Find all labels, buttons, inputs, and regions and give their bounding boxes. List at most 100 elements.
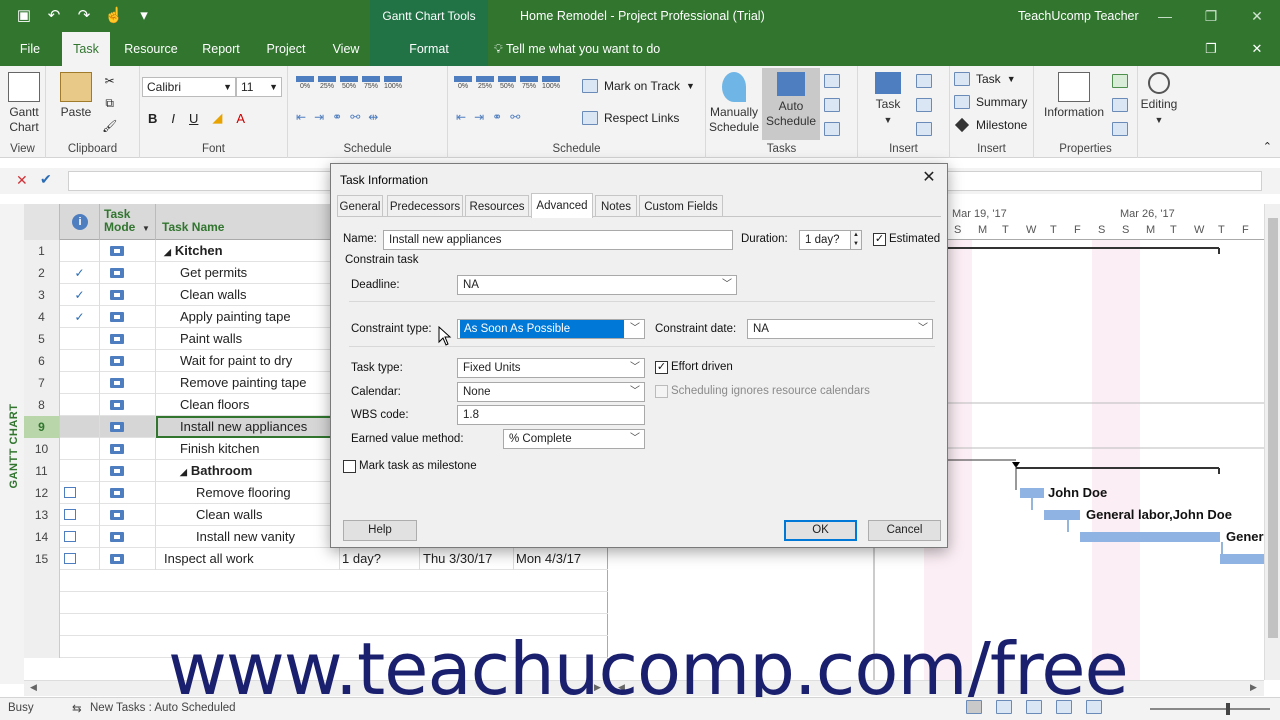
task-name-cell[interactable]: Remove painting tape <box>156 372 340 394</box>
tab-resource[interactable]: Resource <box>118 32 184 66</box>
close-project-icon[interactable]: ✕ <box>1234 32 1280 66</box>
task-mode-cell[interactable] <box>100 548 156 570</box>
indicators-header[interactable]: i <box>60 204 100 240</box>
link-icon-2[interactable]: ⚭ <box>492 110 502 124</box>
row-number[interactable] <box>24 614 60 636</box>
effort-driven-checkbox[interactable]: ✓ <box>655 361 668 374</box>
task-type-select[interactable]: Fixed Units ﹀ <box>457 358 645 378</box>
duration-cell[interactable]: 1 day? <box>340 548 420 570</box>
wbs-code-field[interactable]: 1.8 <box>457 405 645 425</box>
zoom-slider-thumb[interactable] <box>1226 703 1230 715</box>
close-icon[interactable]: ✕ <box>919 168 939 188</box>
tab-view[interactable]: View <box>326 32 366 66</box>
estimated-checkbox[interactable]: ✓ <box>873 233 886 246</box>
minimize-icon[interactable]: — <box>1142 0 1188 32</box>
task-mode-cell[interactable] <box>100 416 156 438</box>
row-number[interactable]: 11 <box>24 460 60 482</box>
table-row[interactable]: 15 Inspect all work 1 day? Thu 3/30/17 Mon 4… <box>24 548 608 570</box>
task-name-field[interactable]: Install new appliances <box>383 230 733 250</box>
task-name-cell[interactable]: Finish kitchen <box>156 438 340 460</box>
percent-50-button-2[interactable]: 50% <box>498 76 516 90</box>
row-number[interactable]: 5 <box>24 328 60 350</box>
indent-icon-2[interactable]: ⇥ <box>474 110 484 124</box>
task-mode-cell[interactable] <box>100 482 156 504</box>
task-name-cell[interactable]: Clean walls <box>156 284 340 306</box>
vertical-scrollbar[interactable] <box>1264 204 1280 680</box>
restore-ribbon-icon[interactable]: ❐ <box>1188 32 1234 66</box>
percent-75-button[interactable]: 75% <box>362 76 380 90</box>
tab-resources[interactable]: Resources <box>465 195 529 217</box>
report-icon[interactable] <box>1086 700 1102 714</box>
tab-file[interactable]: File <box>10 32 50 66</box>
format-painter-icon[interactable]: 🖌︎ <box>102 119 117 133</box>
percent-25-button[interactable]: 25% <box>318 76 336 90</box>
bold-button[interactable]: B <box>148 111 157 126</box>
gantt-view-icon[interactable] <box>966 700 982 714</box>
empty-row[interactable] <box>24 592 608 614</box>
row-number[interactable]: 13 <box>24 504 60 526</box>
tab-format[interactable]: Format <box>370 32 488 66</box>
task-name-header[interactable]: Task Name <box>156 204 340 240</box>
task-mode-cell[interactable] <box>100 372 156 394</box>
percent-25-button-2[interactable]: 25% <box>476 76 494 90</box>
information-button[interactable]: Information <box>1038 72 1110 120</box>
start-cell[interactable]: Thu 3/30/17 <box>420 548 514 570</box>
row-number[interactable]: 15 <box>24 548 60 570</box>
collapse-triangle-icon[interactable]: ◢ <box>164 247 171 257</box>
row-number[interactable]: 4 <box>24 306 60 328</box>
select-all-corner[interactable] <box>24 204 60 240</box>
underline-button[interactable]: U <box>189 111 198 126</box>
task-usage-icon[interactable] <box>996 700 1012 714</box>
tab-report[interactable]: Report <box>196 32 246 66</box>
tab-advanced[interactable]: Advanced <box>531 193 593 218</box>
task-mode-cell[interactable] <box>100 284 156 306</box>
link-icon[interactable]: ⚭ <box>332 110 342 124</box>
outdent-icon-2[interactable]: ⇤ <box>456 110 466 124</box>
task-mode-cell[interactable] <box>100 306 156 328</box>
cancel-entry-icon[interactable]: ✕ <box>16 172 28 189</box>
outdent-icon[interactable]: ⇤ <box>296 110 306 124</box>
deliverable-icon[interactable] <box>916 98 932 112</box>
row-number[interactable] <box>24 636 60 658</box>
row-number[interactable]: 12 <box>24 482 60 504</box>
earned-value-select[interactable]: % Complete ﹀ <box>503 429 645 449</box>
font-color-icon[interactable]: A <box>236 111 245 126</box>
mode-icon[interactable] <box>824 122 840 136</box>
new-tasks-status[interactable]: New Tasks : Auto Scheduled <box>90 702 236 714</box>
percent-50-button[interactable]: 50% <box>340 76 358 90</box>
scroll-left-icon[interactable]: ◀ <box>30 682 37 693</box>
task-name-cell[interactable]: Remove flooring <box>156 482 340 504</box>
row-number[interactable]: 14 <box>24 526 60 548</box>
percent-100-button[interactable]: 100% <box>384 76 402 90</box>
percent-100-button-2[interactable]: 100% <box>542 76 560 90</box>
task-mode-cell[interactable] <box>100 504 156 526</box>
cancel-button[interactable]: Cancel <box>868 520 941 541</box>
tab-notes[interactable]: Notes <box>595 195 637 217</box>
task-name-cell[interactable]: ◢ Bathroom <box>156 460 340 482</box>
summary-button[interactable]: Summary <box>954 95 1027 109</box>
help-button[interactable]: Help <box>343 520 417 541</box>
row-number[interactable] <box>24 570 60 592</box>
constraint-type-select[interactable]: As Soon As Possible ﹀ <box>457 319 645 339</box>
task-name-cell[interactable]: Install new appliances <box>156 416 340 438</box>
task-name-cell[interactable]: Clean floors <box>156 394 340 416</box>
tab-project[interactable]: Project <box>260 32 312 66</box>
confirm-entry-icon[interactable]: ✔ <box>40 171 52 188</box>
task-name-cell[interactable]: Apply painting tape <box>156 306 340 328</box>
collapse-triangle-icon[interactable]: ◢ <box>180 467 187 477</box>
task-name-cell[interactable]: Clean walls <box>156 504 340 526</box>
font-name-select[interactable]: Calibri ▼ <box>142 77 236 97</box>
row-number[interactable]: 10 <box>24 438 60 460</box>
auto-schedule-button[interactable]: Auto Schedule <box>762 68 820 140</box>
gantt-chart-button[interactable]: Gantt Chart <box>4 72 44 135</box>
task-mode-cell[interactable] <box>100 438 156 460</box>
task-mode-cell[interactable] <box>100 240 156 262</box>
row-number[interactable]: 8 <box>24 394 60 416</box>
font-size-select[interactable]: 11 ▼ <box>236 77 282 97</box>
constraint-date-select[interactable]: NA ﹀ <box>747 319 933 339</box>
task-mode-cell[interactable] <box>100 460 156 482</box>
restore-icon[interactable]: ❐ <box>1188 0 1234 32</box>
redo-icon[interactable]: ↷ <box>74 6 94 24</box>
task-name-cell[interactable]: Get permits <box>156 262 340 284</box>
row-number[interactable]: 3 <box>24 284 60 306</box>
